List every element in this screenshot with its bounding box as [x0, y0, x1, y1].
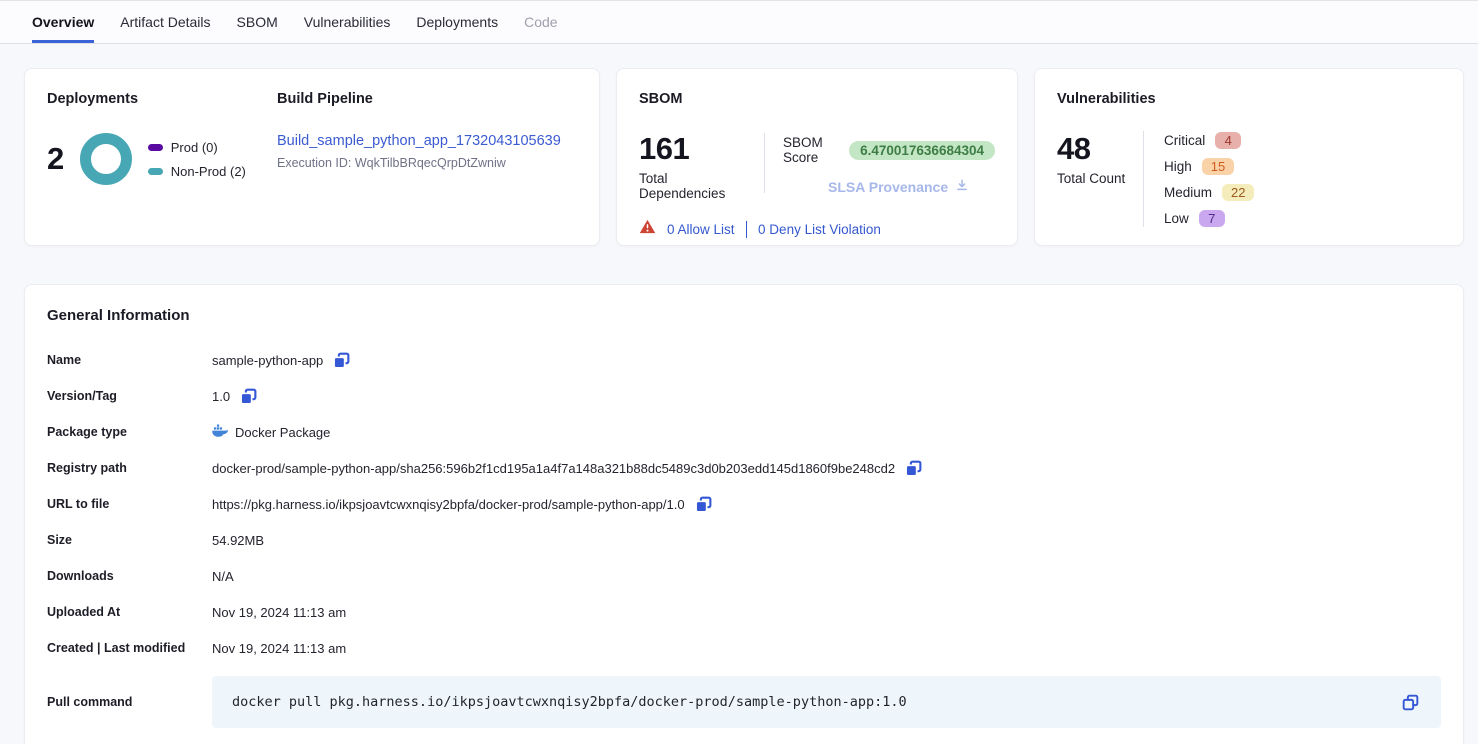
links-divider	[746, 221, 748, 238]
tab-sbom[interactable]: SBOM	[237, 1, 278, 43]
severity-row-medium: Medium 22	[1164, 183, 1254, 201]
row-name: Name sample-python-app	[47, 342, 1441, 378]
severity-row-high: High 15	[1164, 157, 1254, 175]
page-content: Deployments 2 Prod (0) Non-Prod (2)	[0, 44, 1478, 744]
severity-list: Critical 4 High 15 Medium 22 Low 7	[1164, 131, 1254, 227]
vulnerabilities-title: Vulnerabilities	[1057, 91, 1441, 107]
allow-list-link[interactable]: 0 Allow List	[667, 222, 735, 237]
legend-item-nonprod: Non-Prod (2)	[148, 164, 246, 179]
url-to-file-value: https://pkg.harness.io/ikpsjoavtcwxnqisy…	[212, 497, 685, 512]
copy-registry-path-button[interactable]	[904, 459, 923, 478]
vulnerabilities-total-block: 48 Total Count	[1057, 131, 1143, 227]
version-tag-value: 1.0	[212, 389, 230, 404]
row-pull-command: Pull command docker pull pkg.harness.io/…	[47, 676, 1441, 728]
high-label: High	[1164, 159, 1192, 174]
row-url-to-file: URL to file https://pkg.harness.io/ikpsj…	[47, 486, 1441, 522]
uploaded-at-label: Uploaded At	[47, 605, 212, 619]
severity-row-low: Low 7	[1164, 209, 1254, 227]
copy-name-button[interactable]	[332, 351, 351, 370]
sbom-total: 161	[639, 131, 746, 167]
vulnerabilities-total-label: Total Count	[1057, 171, 1143, 186]
registry-path-label: Registry path	[47, 461, 212, 475]
deployments-section: Deployments 2 Prod (0) Non-Prod (2)	[47, 91, 277, 227]
registry-path-value: docker-prod/sample-python-app/sha256:596…	[212, 461, 895, 476]
url-to-file-label: URL to file	[47, 497, 212, 511]
deny-list-link[interactable]: 0 Deny List Violation	[758, 222, 881, 237]
package-type-label: Package type	[47, 425, 212, 439]
severity-row-critical: Critical 4	[1164, 131, 1254, 149]
general-information-card: General Information Name sample-python-a…	[24, 284, 1464, 744]
deployments-title: Deployments	[47, 91, 277, 107]
row-package-type: Package type Docker Package	[47, 414, 1441, 450]
deployments-total: 2	[47, 141, 64, 177]
size-label: Size	[47, 533, 212, 547]
tab-code: Code	[524, 1, 557, 43]
created-modified-label: Created | Last modified	[47, 641, 212, 655]
deployments-donut-chart	[80, 133, 132, 185]
sbom-total-block: 161 Total Dependencies	[639, 131, 746, 201]
sbom-card: SBOM 161 Total Dependencies SBOM Score 6…	[616, 68, 1018, 246]
general-information-title: General Information	[47, 307, 1441, 324]
nonprod-legend-swatch	[148, 168, 163, 175]
sbom-title: SBOM	[639, 91, 995, 107]
tab-artifact-details[interactable]: Artifact Details	[120, 1, 210, 43]
row-size: Size 54.92MB	[47, 522, 1441, 558]
low-count-badge: 7	[1199, 210, 1225, 227]
medium-count-badge: 22	[1222, 184, 1254, 201]
download-icon	[955, 178, 969, 195]
legend-item-prod: Prod (0)	[148, 140, 246, 155]
pipeline-link[interactable]: Build_sample_python_app_1732043105639	[277, 133, 561, 149]
row-version-tag: Version/Tag 1.0	[47, 378, 1441, 414]
slsa-provenance-link[interactable]: SLSA Provenance	[828, 178, 995, 195]
sbom-divider	[764, 133, 765, 193]
tab-bar: Overview Artifact Details SBOM Vulnerabi…	[0, 0, 1478, 44]
critical-label: Critical	[1164, 133, 1205, 148]
uploaded-at-value: Nov 19, 2024 11:13 am	[212, 605, 346, 620]
copy-url-button[interactable]	[694, 495, 713, 514]
critical-count-badge: 4	[1215, 132, 1241, 149]
created-modified-value: Nov 19, 2024 11:13 am	[212, 641, 346, 656]
tab-vulnerabilities[interactable]: Vulnerabilities	[304, 1, 391, 43]
slsa-provenance-label: SLSA Provenance	[828, 179, 948, 195]
summary-cards-row: Deployments 2 Prod (0) Non-Prod (2)	[24, 68, 1464, 246]
prod-legend-swatch	[148, 144, 163, 151]
pull-command-label: Pull command	[47, 695, 212, 709]
pull-command-box: docker pull pkg.harness.io/ikpsjoavtcwxn…	[212, 676, 1441, 728]
vulnerabilities-card: Vulnerabilities 48 Total Count Critical …	[1034, 68, 1464, 246]
low-label: Low	[1164, 211, 1189, 226]
name-value: sample-python-app	[212, 353, 323, 368]
medium-label: Medium	[1164, 185, 1212, 200]
row-uploaded-at: Uploaded At Nov 19, 2024 11:13 am	[47, 594, 1441, 630]
downloads-label: Downloads	[47, 569, 212, 583]
downloads-value: N/A	[212, 569, 234, 584]
tab-deployments[interactable]: Deployments	[416, 1, 498, 43]
sbom-total-label: Total Dependencies	[639, 171, 746, 201]
package-type-value: Docker Package	[235, 425, 330, 440]
deployments-card: Deployments 2 Prod (0) Non-Prod (2)	[24, 68, 600, 246]
execution-id: Execution ID: WqkTilbBRqecQrpDtZwniw	[277, 156, 577, 170]
build-pipeline-title: Build Pipeline	[277, 91, 577, 107]
high-count-badge: 15	[1202, 158, 1234, 175]
sbom-score-block: SBOM Score 6.470017636684304 SLSA Proven…	[783, 131, 995, 201]
version-tag-label: Version/Tag	[47, 389, 212, 403]
nonprod-legend-label: Non-Prod (2)	[171, 164, 246, 179]
row-created-modified: Created | Last modified Nov 19, 2024 11:…	[47, 630, 1441, 666]
row-registry-path: Registry path docker-prod/sample-python-…	[47, 450, 1441, 486]
build-pipeline-section: Build Pipeline Build_sample_python_app_1…	[277, 91, 577, 227]
copy-version-button[interactable]	[239, 387, 258, 406]
size-value: 54.92MB	[212, 533, 264, 548]
tab-overview[interactable]: Overview	[32, 1, 94, 43]
docker-icon	[212, 424, 228, 440]
warning-triangle-icon	[639, 219, 656, 239]
sbom-score-badge: 6.470017636684304	[849, 141, 995, 160]
copy-pull-command-button[interactable]	[1400, 692, 1421, 713]
row-downloads: Downloads N/A	[47, 558, 1441, 594]
name-label: Name	[47, 353, 212, 367]
vulnerabilities-total: 48	[1057, 131, 1143, 167]
prod-legend-label: Prod (0)	[171, 140, 218, 155]
deployments-legend: Prod (0) Non-Prod (2)	[148, 140, 246, 179]
sbom-score-label: SBOM Score	[783, 135, 839, 165]
pull-command-value: docker pull pkg.harness.io/ikpsjoavtcwxn…	[232, 694, 1400, 710]
vulnerabilities-divider	[1143, 131, 1144, 227]
